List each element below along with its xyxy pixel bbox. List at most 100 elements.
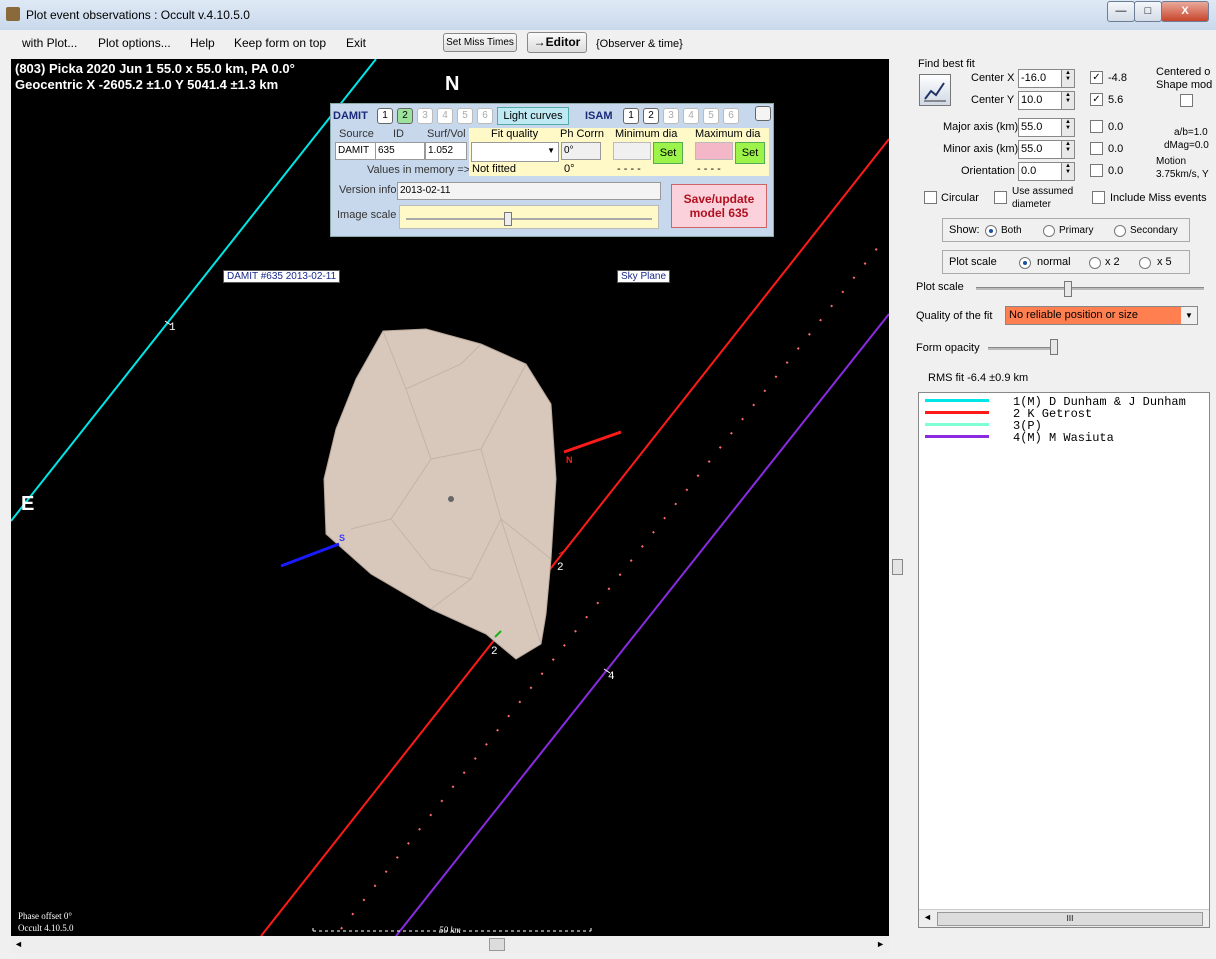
show-primary-radio[interactable]	[1043, 225, 1055, 237]
light-curves-button[interactable]: Light curves	[497, 107, 569, 125]
chord-label-2b: 2	[491, 646, 498, 658]
orientation-checkbox[interactable]	[1090, 164, 1103, 177]
legend-hscrollbar[interactable]: ◄ III	[919, 909, 1209, 927]
center-y-fit-value: 5.6	[1108, 94, 1124, 106]
pole-n-label: N	[566, 455, 573, 465]
save-update-model-button[interactable]: Save/update model 635	[671, 184, 767, 228]
major-axis-fit-value: 0.0	[1108, 121, 1124, 133]
observer-legend-list[interactable]: 1(M) D Dunham & J Dunham 2 K Getrost 3(P…	[918, 392, 1210, 928]
find-best-fit-label: Find best fit	[918, 58, 975, 70]
isam-model-1[interactable]: 1	[623, 108, 639, 124]
damit-panel: DAMIT 1 2 3 4 5 6 Light curves ISAM 1 2 …	[330, 103, 774, 237]
major-axis-label: Major axis (km)	[943, 121, 1019, 133]
splitter-handle[interactable]	[892, 559, 903, 575]
center-y-spinner[interactable]: ▲ ▼	[1061, 91, 1075, 110]
chevron-down-icon[interactable]: ▼	[1181, 307, 1197, 324]
sky-plane-label: Sky Plane	[617, 270, 671, 283]
close-button[interactable]: X	[1161, 1, 1209, 22]
isam-model-4[interactable]: 4	[683, 108, 699, 124]
asteroid-model-shape	[323, 328, 557, 660]
show-secondary-label: Secondary	[1130, 225, 1178, 236]
quality-fit-value: No reliable position or size	[1009, 309, 1139, 321]
plot-scale-slider[interactable]	[976, 287, 1204, 290]
major-axis-checkbox[interactable]	[1090, 120, 1103, 133]
major-axis-spinner[interactable]: ▲ ▼	[1061, 118, 1075, 137]
center-x-spinner[interactable]: ▲ ▼	[1061, 69, 1075, 88]
use-assumed-diameter-checkbox[interactable]	[994, 191, 1007, 204]
isam-model-2[interactable]: 2	[643, 108, 659, 124]
scale-x2-radio[interactable]	[1089, 257, 1101, 269]
fit-quality-select[interactable]: ▼	[471, 142, 559, 162]
menu-help[interactable]: Help	[190, 36, 215, 50]
menu-exit[interactable]: Exit	[346, 36, 366, 50]
splitter[interactable]	[891, 59, 903, 936]
center-x-checkbox[interactable]: ✓	[1090, 71, 1103, 84]
quality-fit-label: Quality of the fit	[916, 310, 993, 322]
legend-hscroll-thumb[interactable]: III	[937, 912, 1203, 926]
center-x-label: Center X	[971, 72, 1015, 84]
ph-corrn-value[interactable]: 0°	[561, 142, 601, 160]
include-miss-checkbox[interactable]	[1092, 191, 1105, 204]
plot-hscroll-thumb[interactable]	[489, 938, 505, 951]
scale-x5-radio[interactable]	[1139, 257, 1151, 269]
set-max-dia-button[interactable]: Set	[735, 142, 765, 164]
use-assumed-label-2: diameter	[1012, 199, 1051, 210]
damit-model-label: DAMIT #635 2013-02-11	[223, 270, 341, 283]
menu-plot-options[interactable]: Plot options...	[98, 36, 171, 50]
damit-model-3[interactable]: 3	[417, 108, 433, 124]
show-secondary-radio[interactable]	[1114, 225, 1126, 237]
editor-button[interactable]: →Editor	[527, 32, 587, 53]
minimize-button[interactable]: —	[1107, 1, 1135, 22]
observer-time-link[interactable]: {Observer & time}	[596, 38, 683, 50]
damit-model-6[interactable]: 6	[477, 108, 493, 124]
pole-axis-south	[280, 542, 340, 568]
scale-normal-radio[interactable]	[1019, 257, 1031, 269]
orientation-label: Orientation	[961, 165, 1015, 177]
form-opacity-slider[interactable]	[988, 347, 1058, 350]
image-scale-thumb[interactable]	[504, 212, 512, 226]
set-min-dia-button[interactable]: Set	[653, 142, 683, 164]
isam-model-5[interactable]: 5	[703, 108, 719, 124]
maximize-button[interactable]: □	[1134, 1, 1162, 22]
damit-model-5[interactable]: 5	[457, 108, 473, 124]
damit-model-2[interactable]: 2	[397, 108, 413, 124]
title-bar: Plot event observations : Occult v.4.10.…	[0, 0, 1216, 30]
plot-header-line1: (803) Picka 2020 Jun 1 55.0 x 55.0 km, P…	[15, 61, 295, 76]
chevron-down-icon: ▼	[547, 146, 555, 155]
max-dia-field[interactable]	[695, 142, 733, 160]
save-update-line2: model 635	[689, 206, 749, 220]
circular-checkbox[interactable]	[924, 191, 937, 204]
damit-title: DAMIT	[333, 110, 368, 122]
source-value: DAMIT	[335, 142, 377, 160]
form-opacity-thumb[interactable]	[1050, 339, 1058, 355]
damit-panel-close[interactable]	[755, 106, 771, 121]
plot-hscrollbar[interactable]: ◄ ►	[11, 936, 889, 953]
menu-keep-on-top[interactable]: Keep form on top	[234, 36, 326, 50]
min-dia-field[interactable]	[613, 142, 651, 160]
window-title: Plot event observations : Occult v.4.10.…	[26, 8, 250, 22]
minor-axis-checkbox[interactable]	[1090, 142, 1103, 155]
set-miss-times-button[interactable]: Set Miss Times	[443, 33, 517, 52]
legend-line-4	[925, 435, 989, 438]
center-y-checkbox[interactable]: ✓	[1090, 93, 1103, 106]
plot-scroll-right-icon[interactable]: ►	[876, 939, 885, 949]
minor-axis-fit-value: 0.0	[1108, 143, 1124, 155]
isam-model-3[interactable]: 3	[663, 108, 679, 124]
image-scale-slider[interactable]	[399, 205, 659, 229]
chord-label-1: 1	[169, 322, 176, 334]
chart-icon	[924, 82, 946, 102]
show-both-radio[interactable]	[985, 225, 997, 237]
plot-scroll-left-icon[interactable]: ◄	[14, 939, 23, 949]
minor-axis-spinner[interactable]: ▲ ▼	[1061, 140, 1075, 159]
plot-scale-thumb[interactable]	[1064, 281, 1072, 297]
find-best-fit-button[interactable]	[919, 74, 951, 106]
damit-model-1[interactable]: 1	[377, 108, 393, 124]
orientation-spinner[interactable]: ▲ ▼	[1061, 162, 1075, 181]
isam-model-6[interactable]: 6	[723, 108, 739, 124]
quality-fit-select[interactable]: No reliable position or size ▼	[1005, 306, 1198, 325]
menu-with-plot[interactable]: with Plot...	[22, 36, 77, 50]
scroll-left-icon[interactable]: ◄	[923, 912, 932, 922]
version-info-value: 2013-02-11	[397, 182, 661, 200]
damit-model-4[interactable]: 4	[437, 108, 453, 124]
centered-shape-checkbox[interactable]	[1180, 94, 1193, 107]
